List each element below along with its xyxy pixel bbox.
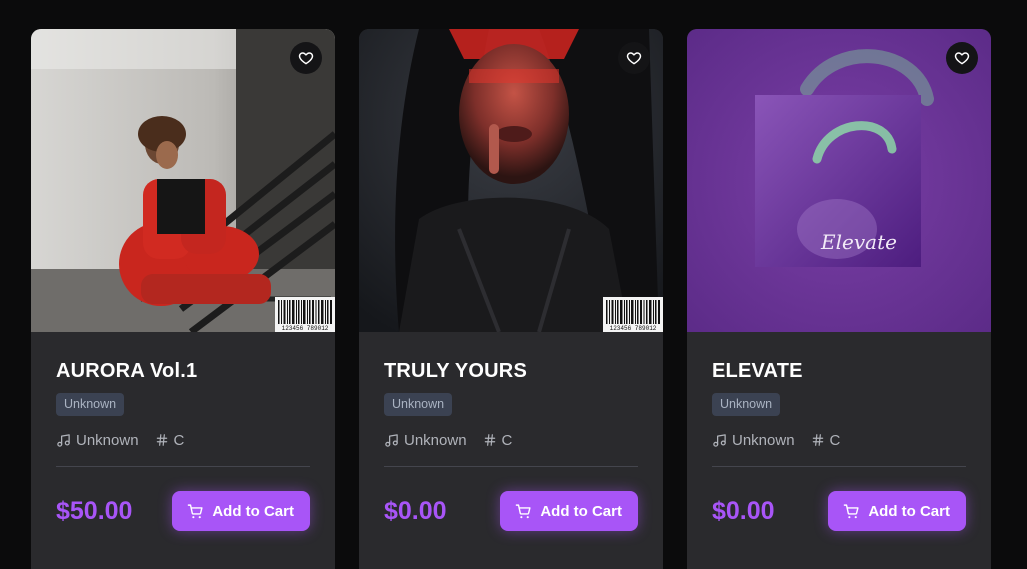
product-card[interactable]: 123456 789012 AURORA Vol.1 Unknown Unkno… <box>31 29 335 569</box>
key-meta: C <box>811 431 841 449</box>
cover-art-aurora <box>31 29 335 332</box>
cart-icon <box>844 503 859 518</box>
product-meta: Unknown C <box>384 430 638 450</box>
hash-icon <box>812 434 823 446</box>
music-note-icon <box>57 433 70 447</box>
barcode: 123456 789012 <box>275 297 335 332</box>
product-card[interactable]: 123456 789012 TRULY YOURS Unknown Unknow… <box>359 29 663 569</box>
music-note-icon <box>713 433 726 447</box>
product-card[interactable]: Elevate ELEVATE Unknown Unknown C $0.00 … <box>687 29 991 569</box>
add-to-cart-button[interactable]: Add to Cart <box>172 491 310 531</box>
artist-name: Unknown <box>404 431 467 449</box>
price: $0.00 <box>712 496 775 525</box>
add-to-cart-label: Add to Cart <box>540 502 622 520</box>
cover-image[interactable]: Elevate <box>687 29 991 332</box>
cover-image[interactable]: 123456 789012 <box>31 29 335 332</box>
heart-icon <box>298 52 314 65</box>
genre-tag: Unknown <box>56 393 125 416</box>
favorite-button[interactable] <box>290 42 322 74</box>
cover-image[interactable]: 123456 789012 <box>359 29 663 332</box>
genre-tag: Unknown <box>384 393 453 416</box>
heart-icon <box>626 52 642 65</box>
product-title[interactable]: TRULY YOURS <box>384 359 638 383</box>
cover-title: Elevate <box>820 230 897 254</box>
artist-meta: Unknown <box>712 432 795 449</box>
musical-key: C <box>173 431 185 449</box>
barcode-text: 123456 789012 <box>610 325 657 332</box>
genre-tag: Unknown <box>712 393 781 416</box>
card-footer: $0.00 Add to Cart <box>712 491 966 531</box>
add-to-cart-label: Add to Cart <box>868 502 950 520</box>
artist-name: Unknown <box>76 431 139 449</box>
price: $0.00 <box>384 496 447 525</box>
music-note-icon <box>385 433 398 447</box>
cart-icon <box>516 503 531 518</box>
artist-meta: Unknown <box>56 432 139 449</box>
favorite-button[interactable] <box>618 42 650 74</box>
cover-art-elevate: Elevate <box>687 29 991 332</box>
product-title[interactable]: ELEVATE <box>712 359 966 383</box>
key-meta: C <box>483 431 513 449</box>
divider <box>712 466 966 467</box>
hash-icon <box>156 434 167 446</box>
barcode-text: 123456 789012 <box>282 325 329 332</box>
product-meta: Unknown C <box>712 430 966 450</box>
hash-icon <box>484 434 495 446</box>
artist-name: Unknown <box>732 431 795 449</box>
card-footer: $50.00 Add to Cart <box>56 491 310 531</box>
key-meta: C <box>155 431 185 449</box>
cover-art-truly-yours <box>359 29 663 332</box>
heart-icon <box>954 52 970 65</box>
product-title[interactable]: AURORA Vol.1 <box>56 359 310 383</box>
product-grid: 123456 789012 AURORA Vol.1 Unknown Unkno… <box>31 29 991 569</box>
product-meta: Unknown C <box>56 430 310 450</box>
barcode: 123456 789012 <box>603 297 663 332</box>
add-to-cart-label: Add to Cart <box>212 502 294 520</box>
add-to-cart-button[interactable]: Add to Cart <box>500 491 638 531</box>
divider <box>56 466 310 467</box>
musical-key: C <box>501 431 513 449</box>
add-to-cart-button[interactable]: Add to Cart <box>828 491 966 531</box>
artist-meta: Unknown <box>384 432 467 449</box>
favorite-button[interactable] <box>946 42 978 74</box>
divider <box>384 466 638 467</box>
musical-key: C <box>829 431 841 449</box>
card-footer: $0.00 Add to Cart <box>384 491 638 531</box>
cart-icon <box>188 503 203 518</box>
price: $50.00 <box>56 496 133 525</box>
